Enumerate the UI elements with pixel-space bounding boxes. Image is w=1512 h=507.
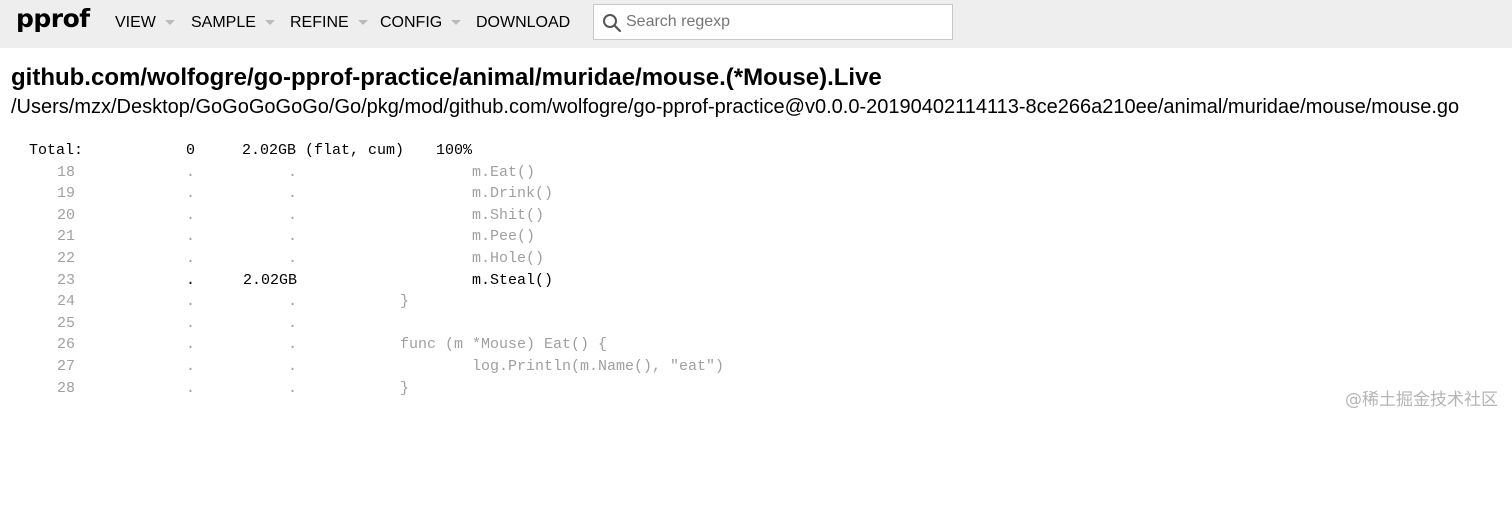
line-source: func (m *Mouse) Eat() { <box>400 334 607 356</box>
line-flat: . <box>150 291 195 313</box>
total-row: Total: 0 2.02GB (flat, cum) 100% <box>0 140 36 162</box>
line-flat: . <box>150 356 195 378</box>
chevron-down-icon <box>451 20 461 25</box>
source-line-hot: 23 . 2.02GB m.Steal() <box>0 270 36 292</box>
source-line: 28 . . } <box>0 378 36 400</box>
search-icon <box>602 13 622 33</box>
line-flat: . <box>150 378 195 400</box>
total-label: Total: <box>29 140 83 162</box>
line-flat: . <box>150 205 195 227</box>
line-source: m.Eat() <box>400 162 535 184</box>
source-line: 22 . . m.Hole() <box>0 248 36 270</box>
menu-config-label: CONFIG <box>380 14 442 32</box>
chevron-down-icon <box>265 20 275 25</box>
line-cum: . <box>225 334 297 356</box>
total-percent: 100% <box>436 140 472 162</box>
line-flat: . <box>150 334 195 356</box>
menu-refine-label: REFINE <box>290 14 349 32</box>
source-file-path: /Users/mzx/Desktop/GoGoGoGoGo/Go/pkg/mod… <box>11 96 1459 119</box>
menu-config[interactable]: CONFIG <box>380 14 461 32</box>
line-cum: . <box>225 356 297 378</box>
menu-download-label: DOWNLOAD <box>476 14 570 32</box>
line-flat: . <box>150 226 195 248</box>
line-number: 19 <box>29 183 75 205</box>
line-cum: . <box>225 313 297 335</box>
watermark: @稀土掘金技术社区 <box>1345 385 1498 410</box>
search-input[interactable] <box>626 9 944 35</box>
menu-view[interactable]: VIEW <box>115 14 175 32</box>
line-flat: . <box>150 270 195 292</box>
line-source: m.Steal() <box>400 270 553 292</box>
line-cum: . <box>225 291 297 313</box>
line-source: log.Println(m.Name(), "eat") <box>400 356 724 378</box>
menu-view-label: VIEW <box>115 14 156 32</box>
line-source: } <box>400 378 409 400</box>
line-flat: . <box>150 313 195 335</box>
line-number: 22 <box>29 248 75 270</box>
source-line: 19 . . m.Drink() <box>0 183 36 205</box>
line-source: m.Pee() <box>400 226 535 248</box>
line-number: 20 <box>29 205 75 227</box>
line-source: m.Drink() <box>400 183 553 205</box>
line-cum: . <box>225 162 297 184</box>
line-cum: . <box>225 205 297 227</box>
line-flat: . <box>150 162 195 184</box>
top-toolbar: pprof VIEW SAMPLE REFINE CONFIG DOWNLOAD <box>0 0 1512 48</box>
line-number: 23 <box>29 270 75 292</box>
line-cum: . <box>225 183 297 205</box>
line-flat: . <box>150 183 195 205</box>
line-cum: 2.02GB <box>225 270 297 292</box>
function-name: github.com/wolfogre/go-pprof-practice/an… <box>11 64 882 92</box>
line-source: m.Shit() <box>400 205 544 227</box>
line-cum: . <box>225 378 297 400</box>
line-flat: . <box>150 248 195 270</box>
line-number: 24 <box>29 291 75 313</box>
source-line: 24 . . } <box>0 291 36 313</box>
source-line: 20 . . m.Shit() <box>0 205 36 227</box>
line-number: 27 <box>29 356 75 378</box>
pprof-logo[interactable]: pprof <box>16 4 90 33</box>
menu-download[interactable]: DOWNLOAD <box>476 14 570 32</box>
line-source: } <box>400 291 409 313</box>
source-line: 25 . . <box>0 313 36 335</box>
source-line: 21 . . m.Pee() <box>0 226 36 248</box>
source-line: 27 . . log.Println(m.Name(), "eat") <box>0 356 36 378</box>
line-cum: . <box>225 226 297 248</box>
line-source: m.Hole() <box>400 248 544 270</box>
line-cum: . <box>225 248 297 270</box>
line-number: 25 <box>29 313 75 335</box>
source-listing: Total: 0 2.02GB (flat, cum) 100% 18 . . … <box>0 140 36 399</box>
source-line: 26 . . func (m *Mouse) Eat() { <box>0 334 36 356</box>
search-box[interactable] <box>593 4 953 40</box>
line-number: 28 <box>29 378 75 400</box>
line-number: 21 <box>29 226 75 248</box>
total-flat: 0 <box>150 140 195 162</box>
chevron-down-icon <box>358 20 368 25</box>
menu-sample[interactable]: SAMPLE <box>191 14 275 32</box>
total-cum: 2.02GB (flat, cum) <box>242 140 404 162</box>
line-number: 18 <box>29 162 75 184</box>
menu-sample-label: SAMPLE <box>191 14 256 32</box>
line-number: 26 <box>29 334 75 356</box>
menu-refine[interactable]: REFINE <box>290 14 368 32</box>
source-line: 18 . . m.Eat() <box>0 162 36 184</box>
chevron-down-icon <box>165 20 175 25</box>
